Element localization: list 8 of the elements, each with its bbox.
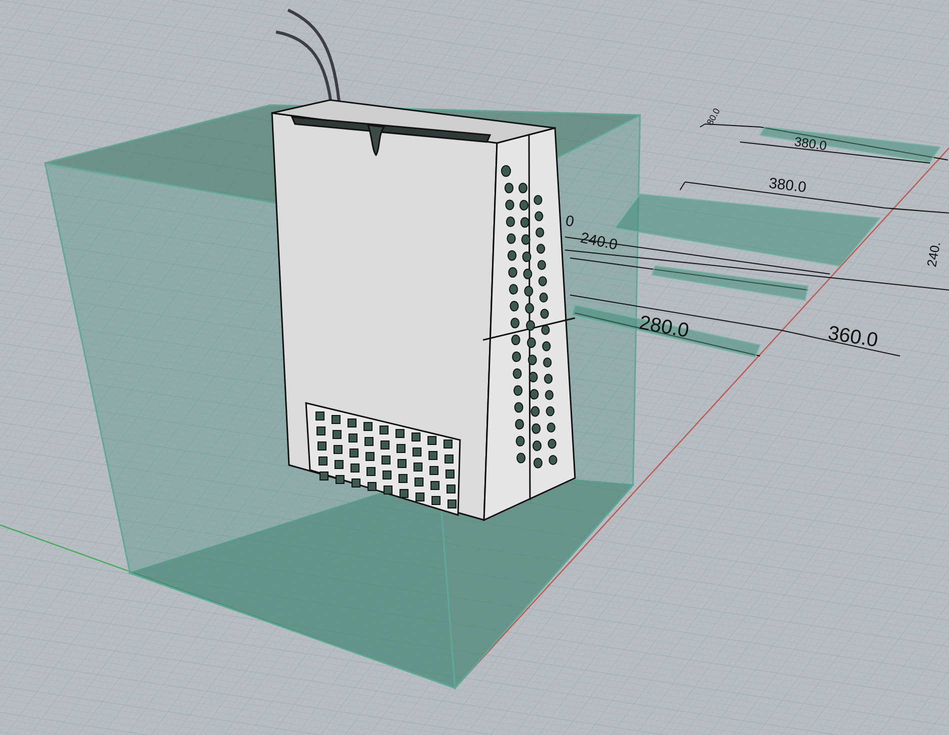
dimension-label: 0 (564, 212, 576, 231)
dimension-label: 240.0 (578, 229, 620, 254)
dimension-label: 380.0 (768, 174, 808, 196)
dimension-label: 280.0 (637, 312, 691, 342)
dimension-label: 380.0 (793, 134, 828, 154)
dimension-label: 80.0 (704, 106, 722, 127)
dimension-label: 240. (924, 240, 944, 268)
dimension-label: 360.0 (826, 322, 880, 352)
